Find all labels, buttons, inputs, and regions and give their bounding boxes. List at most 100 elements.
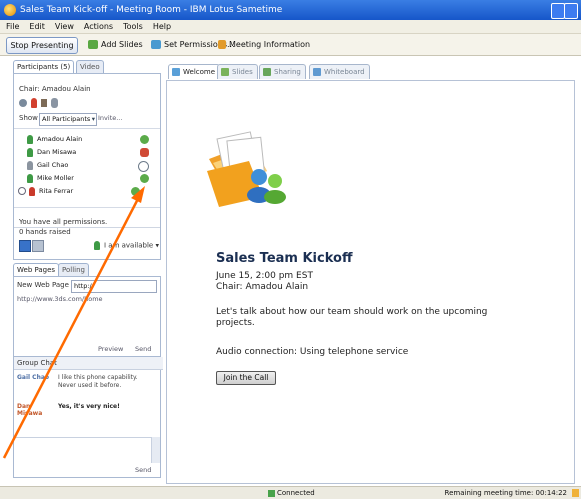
chat-sender: Dan Misawa bbox=[17, 403, 43, 417]
hands-raised-text: 0 hands raised bbox=[19, 228, 71, 236]
add-slides-icon bbox=[88, 40, 98, 49]
group-chat-title: Group Chat bbox=[14, 357, 163, 370]
add-slides-button[interactable]: Add Slides bbox=[88, 37, 143, 52]
tab-whiteboard-label: Whiteboard bbox=[324, 68, 365, 76]
person-icon bbox=[27, 134, 33, 144]
tab-whiteboard[interactable]: Whiteboard bbox=[309, 64, 370, 79]
participant-actions bbox=[19, 98, 79, 110]
search-icon bbox=[18, 187, 26, 195]
content-tabs: Welcome Slides Sharing Whiteboard bbox=[165, 62, 575, 80]
tab-video[interactable]: Video bbox=[76, 60, 104, 74]
menu-actions[interactable]: Actions bbox=[84, 20, 113, 33]
hand-icon[interactable] bbox=[31, 98, 37, 108]
home-icon bbox=[172, 68, 180, 76]
sharing-icon bbox=[263, 68, 271, 76]
menu-tools[interactable]: Tools bbox=[123, 20, 143, 33]
invite-link[interactable]: Invite... bbox=[98, 114, 122, 122]
mic-icon[interactable] bbox=[32, 240, 44, 252]
list-item[interactable]: Mike Moller bbox=[27, 173, 155, 184]
group-chat-panel: Group Chat Gail Chao I like this phone c… bbox=[13, 356, 163, 478]
chat-message: I like this phone capability. Never used… bbox=[58, 374, 138, 389]
meeting-heading: Sales Team Kickoff bbox=[216, 251, 353, 266]
add-participant-icon[interactable] bbox=[51, 98, 58, 108]
participants-panel: Chair: Amadou Alain Show All Participant… bbox=[13, 73, 161, 260]
app-icon bbox=[4, 4, 16, 16]
menu-help[interactable]: Help bbox=[153, 20, 171, 33]
tab-participants[interactable]: Participants (5) bbox=[13, 60, 75, 74]
list-item[interactable]: Rita Ferrar bbox=[18, 186, 146, 197]
audio-connection-text: Audio connection: Using telephone servic… bbox=[216, 347, 409, 357]
chevron-down-icon: ▾ bbox=[155, 241, 159, 250]
tab-slides[interactable]: Slides bbox=[217, 64, 258, 79]
availability-label: I am available bbox=[104, 241, 154, 250]
left-panel: Participants (5) Video Chair: Amadou Ala… bbox=[13, 60, 163, 480]
participant-name: Mike Moller bbox=[37, 174, 74, 182]
status-icon[interactable] bbox=[19, 99, 27, 107]
menu-view[interactable]: View bbox=[55, 20, 74, 33]
chair-label: Chair: Amadou Alain bbox=[19, 85, 91, 93]
chat-input[interactable] bbox=[14, 437, 151, 464]
menu-edit[interactable]: Edit bbox=[29, 20, 45, 33]
list-item[interactable]: Dan Misawa bbox=[27, 147, 155, 158]
raise-hand-icon[interactable] bbox=[19, 240, 31, 252]
meeting-information-button[interactable]: Meeting Information bbox=[218, 37, 310, 52]
meeting-description-line-2: projects. bbox=[216, 318, 255, 328]
preview-link[interactable]: Preview bbox=[98, 345, 123, 353]
tab-web-pages[interactable]: Web Pages bbox=[13, 263, 60, 277]
tab-slides-label: Slides bbox=[232, 68, 253, 76]
send-link[interactable]: Send bbox=[135, 345, 151, 353]
meeting-information-label: Meeting Information bbox=[229, 40, 311, 49]
participant-list: Amadou Alain Dan Misawa Gail Chao Mike M… bbox=[14, 128, 160, 208]
title-bar: Sales Team Kick-off - Meeting Room - IBM… bbox=[0, 0, 581, 20]
phone-icon bbox=[131, 187, 140, 196]
tab-sharing[interactable]: Sharing bbox=[259, 64, 306, 79]
slides-icon bbox=[221, 68, 229, 76]
permissions-text: You have all permissions. bbox=[19, 218, 108, 226]
list-item[interactable]: Amadou Alain bbox=[27, 134, 155, 145]
pen-icon[interactable] bbox=[41, 99, 47, 107]
whiteboard-icon bbox=[313, 68, 321, 76]
toolbar: Stop Presenting Add Slides Set Permissio… bbox=[0, 34, 581, 56]
list-item[interactable]: Gail Chao bbox=[27, 160, 155, 172]
meeting-chair: Chair: Amadou Alain bbox=[216, 282, 309, 292]
tab-welcome[interactable]: Welcome bbox=[168, 64, 221, 79]
participant-name: Amadou Alain bbox=[37, 135, 83, 143]
stop-presenting-button[interactable]: Stop Presenting bbox=[6, 37, 78, 54]
tab-polling[interactable]: Polling bbox=[58, 263, 89, 277]
chat-send-button[interactable]: Send bbox=[135, 466, 151, 474]
participant-name: Gail Chao bbox=[37, 161, 69, 169]
person-icon bbox=[29, 186, 35, 196]
chat-scrollbar[interactable] bbox=[151, 437, 160, 463]
maximize-button[interactable] bbox=[564, 3, 578, 19]
meeting-description-line-1: Let's talk about how our team should wor… bbox=[216, 307, 488, 317]
new-web-page-input[interactable]: http:// bbox=[71, 280, 157, 293]
meeting-date: June 15, 2:00 pm EST bbox=[216, 271, 313, 281]
menu-file[interactable]: File bbox=[6, 20, 19, 33]
divider bbox=[14, 227, 160, 228]
show-label: Show bbox=[19, 114, 38, 122]
webpages-tabs: Web Pages Polling bbox=[13, 263, 159, 277]
phone-icon bbox=[140, 174, 149, 183]
show-filter-value: All Participants bbox=[42, 115, 91, 123]
join-call-button[interactable]: Join the Call bbox=[216, 371, 276, 385]
minimize-button[interactable] bbox=[551, 3, 565, 19]
person-icon bbox=[27, 173, 33, 183]
phone-icon bbox=[140, 135, 149, 144]
meeting-info-icon bbox=[218, 40, 226, 49]
window-controls bbox=[551, 3, 578, 19]
connected-icon bbox=[268, 489, 275, 497]
status-bar: Connected Remaining meeting time: 00:14:… bbox=[0, 486, 581, 499]
show-filter-select[interactable]: All Participants ▾ bbox=[39, 113, 97, 126]
participant-name: Rita Ferrar bbox=[39, 187, 74, 195]
remaining-time: Remaining meeting time: 00:14:22 bbox=[444, 489, 567, 497]
warning-icon bbox=[572, 489, 579, 497]
new-web-page-label: New Web Page bbox=[17, 281, 69, 289]
welcome-pane: Sales Team Kickoff June 15, 2:00 pm EST … bbox=[166, 80, 575, 484]
raised-hand-icon bbox=[140, 148, 149, 157]
chevron-down-icon: ▾ bbox=[91, 115, 95, 123]
web-page-url-item[interactable]: http://www.3ds.com/home bbox=[17, 295, 103, 303]
window-title: Sales Team Kick-off - Meeting Room - IBM… bbox=[20, 5, 283, 15]
web-pages-panel: New Web Page http:// http://www.3ds.com/… bbox=[13, 276, 161, 358]
availability-status[interactable]: I am available ▾ bbox=[94, 241, 159, 250]
connected-label: Connected bbox=[277, 489, 315, 497]
